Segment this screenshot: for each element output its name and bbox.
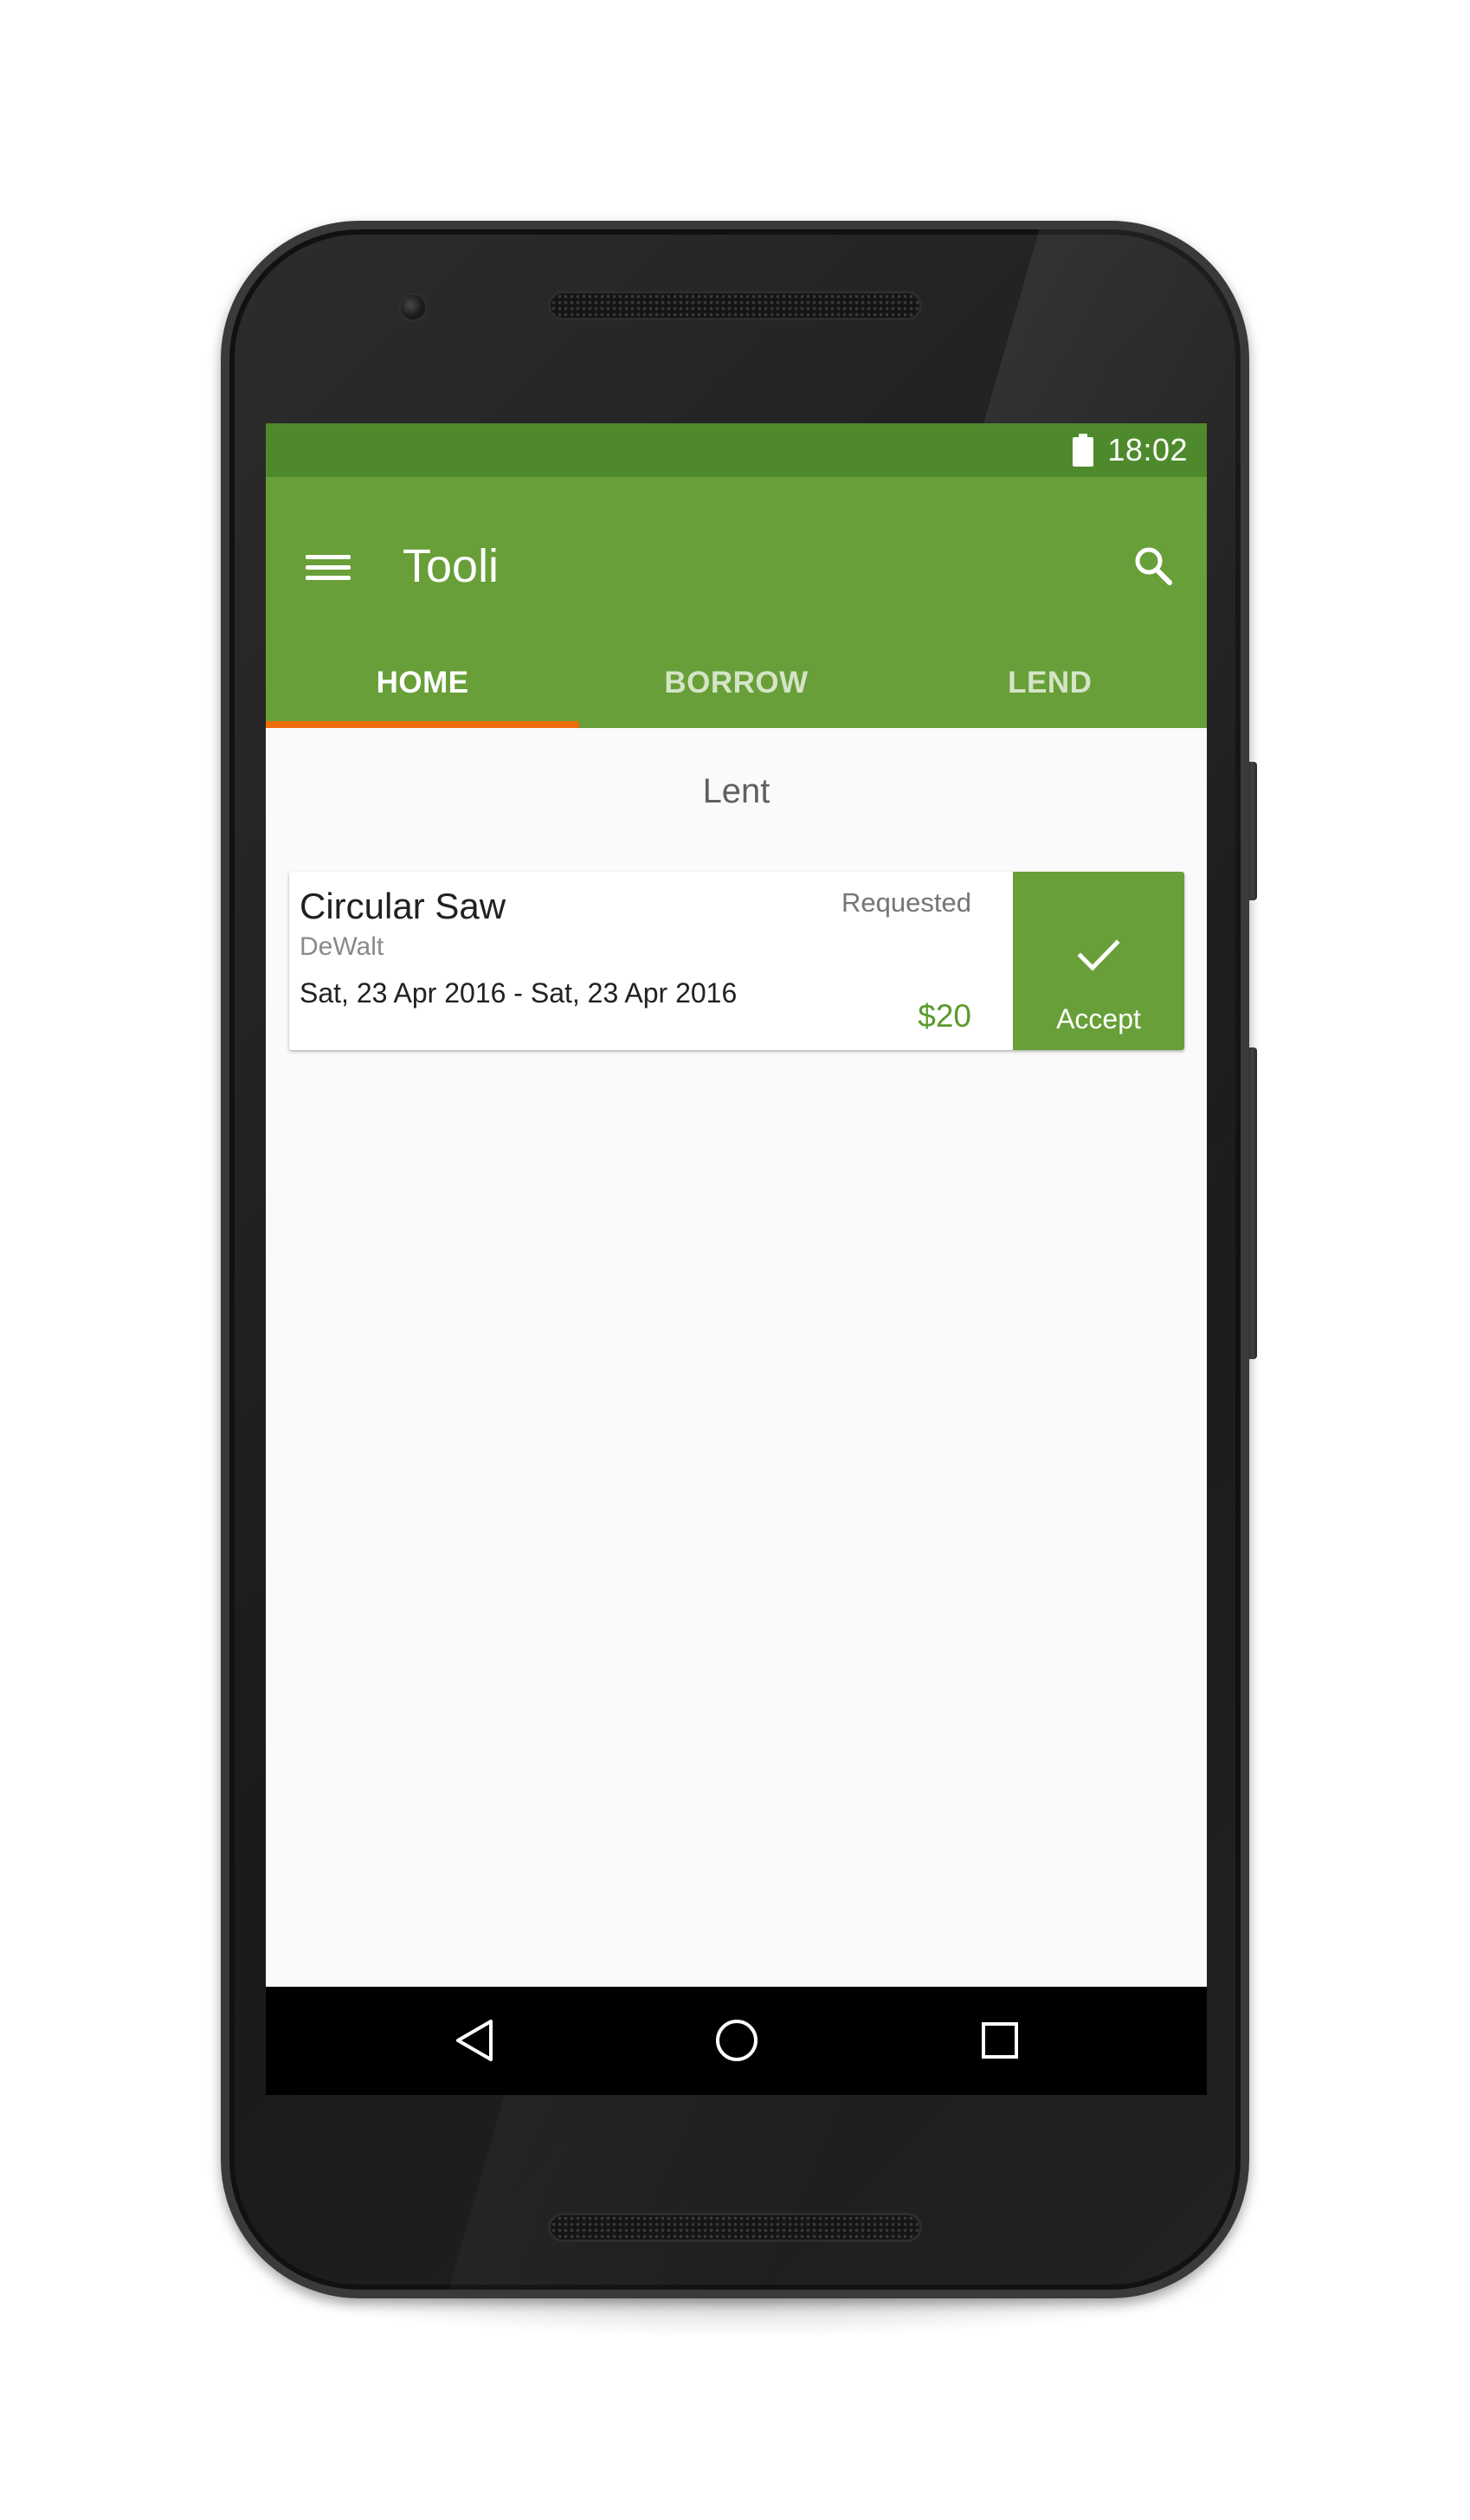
item-dates: Sat, 23 Apr 2016 - Sat, 23 Apr 2016 (300, 977, 738, 1009)
tab-lend[interactable]: LEND (893, 638, 1207, 728)
top-speaker-grille (548, 291, 922, 320)
lent-item-card[interactable]: Circular Saw DeWalt Sat, 23 Apr 2016 - S… (289, 872, 1184, 1050)
tab-bar: HOME BORROW LEND (266, 638, 1207, 728)
back-icon[interactable] (449, 2014, 501, 2066)
phone-screen: 18:02 Tooli HOME BORROW LEND Lent Circul… (266, 423, 1207, 2095)
section-title: Lent (702, 772, 770, 810)
home-icon[interactable] (711, 2014, 763, 2066)
search-icon[interactable] (1128, 541, 1180, 593)
accept-button[interactable]: Accept (1013, 872, 1184, 1050)
item-title: Circular Saw (300, 886, 506, 926)
bottom-speaker-grille (548, 2213, 922, 2242)
tab-home-label: HOME (376, 666, 469, 699)
status-bar: 18:02 (266, 423, 1207, 477)
item-status: Requested (841, 887, 971, 918)
accept-button-label: Accept (1056, 1003, 1141, 1034)
system-nav-bar (266, 1987, 1207, 2095)
item-brand: DeWalt (300, 932, 384, 961)
tab-borrow-label: BORROW (664, 666, 809, 699)
item-price: $20 (918, 998, 971, 1034)
status-time: 18:02 (1107, 432, 1188, 467)
tab-home[interactable]: HOME (266, 638, 579, 728)
app-title: Tooli (403, 540, 500, 592)
front-camera (398, 293, 428, 322)
checkmark-icon (1075, 936, 1122, 974)
app-bar: Tooli HOME BORROW LEND (266, 477, 1207, 728)
tab-borrow[interactable]: BORROW (579, 638, 893, 728)
battery-full-icon (1073, 434, 1094, 467)
active-tab-indicator (266, 721, 579, 728)
recents-icon[interactable] (974, 2014, 1026, 2066)
hamburger-menu-icon[interactable] (306, 550, 351, 584)
tab-lend-label: LEND (1008, 666, 1093, 699)
